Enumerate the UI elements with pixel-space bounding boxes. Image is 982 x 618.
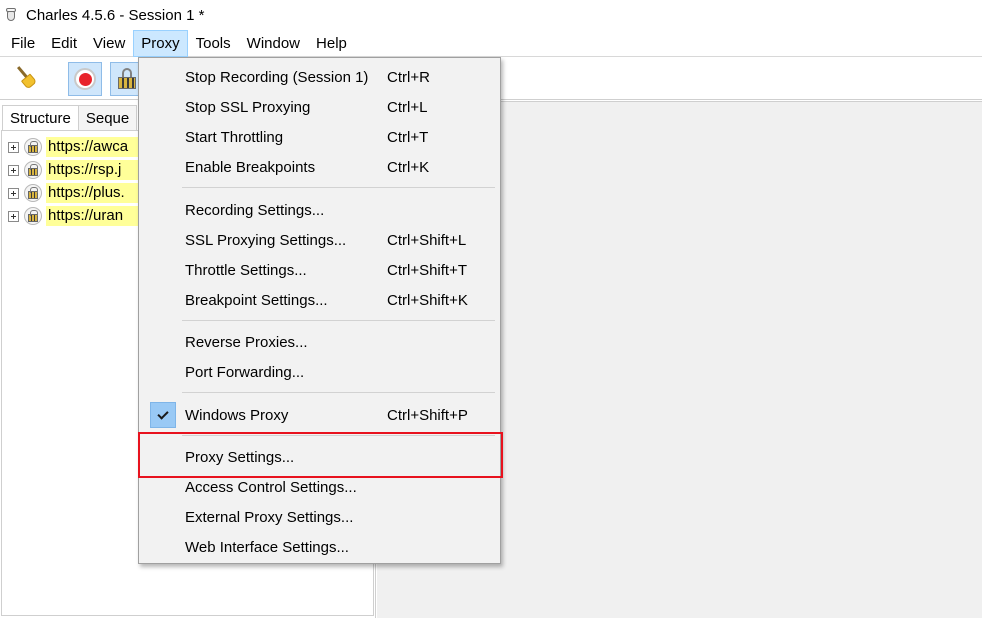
- window-title: Charles 4.5.6 - Session 1 *: [26, 6, 205, 24]
- menu-item-shortcut: Ctrl+T: [387, 128, 429, 146]
- expand-icon[interactable]: [8, 187, 19, 199]
- menu-window[interactable]: Window: [239, 30, 308, 57]
- menu-edit[interactable]: Edit: [43, 30, 85, 57]
- menu-file[interactable]: File: [3, 30, 43, 57]
- menu-item-throttle-settings[interactable]: Throttle Settings... Ctrl+Shift+T: [139, 255, 500, 285]
- tree-row[interactable]: https://awca: [2, 136, 146, 158]
- host-label: https://plus.: [46, 183, 146, 203]
- menu-item-label: Start Throttling: [185, 128, 284, 146]
- menu-item-label: Web Interface Settings...: [185, 538, 349, 556]
- menu-item-shortcut: Ctrl+Shift+K: [387, 291, 468, 309]
- menu-item-label: Port Forwarding...: [185, 363, 305, 381]
- menu-item-label: Stop Recording (Session 1): [185, 68, 369, 86]
- menu-item-web-interface-settings[interactable]: Web Interface Settings...: [139, 532, 500, 562]
- ssl-host-icon: [24, 184, 42, 202]
- record-icon: [74, 68, 96, 90]
- menu-item-recording-settings[interactable]: Recording Settings...: [139, 195, 500, 225]
- annotation-highlight-box: [138, 432, 503, 478]
- menu-item-shortcut: Ctrl+Shift+T: [387, 261, 468, 279]
- menu-item-breakpoint-settings[interactable]: Breakpoint Settings... Ctrl+Shift+K: [139, 285, 500, 315]
- broom-icon: [14, 66, 38, 91]
- menu-item-shortcut: Ctrl+R: [387, 68, 430, 86]
- expand-icon[interactable]: [8, 141, 19, 153]
- menu-item-enable-breakpoints[interactable]: Enable Breakpoints Ctrl+K: [139, 152, 500, 182]
- menu-proxy[interactable]: Proxy: [133, 29, 188, 57]
- menu-item-label: Recording Settings...: [185, 201, 325, 219]
- menu-item-start-throttling[interactable]: Start Throttling Ctrl+T: [139, 122, 500, 152]
- menu-item-shortcut: Ctrl+Shift+L: [387, 231, 467, 249]
- menu-item-label: Stop SSL Proxying: [185, 98, 311, 116]
- proxy-menu-dropdown: Stop Recording (Session 1) Ctrl+R Stop S…: [138, 57, 501, 564]
- view-tabs: Structure Seque: [2, 105, 138, 131]
- host-label: https://uran: [46, 206, 146, 226]
- tree-row[interactable]: https://rsp.j: [2, 159, 146, 181]
- clear-session-button[interactable]: [9, 62, 43, 96]
- menu-item-shortcut: Ctrl+L: [387, 98, 428, 116]
- tree-row[interactable]: https://uran: [2, 205, 146, 227]
- menu-help[interactable]: Help: [308, 30, 355, 57]
- menu-view[interactable]: View: [85, 30, 133, 57]
- menu-bar: File Edit View Proxy Tools Window Help: [0, 29, 982, 57]
- host-label: https://awca: [46, 137, 146, 157]
- menu-item-label: Access Control Settings...: [185, 478, 357, 496]
- title-bar: Charles 4.5.6 - Session 1 *: [0, 0, 982, 30]
- menu-separator: [182, 320, 495, 321]
- ssl-host-icon: [24, 138, 42, 156]
- ssl-lock-icon: [117, 68, 137, 90]
- ssl-host-icon: [24, 161, 42, 179]
- menu-item-label: SSL Proxying Settings...: [185, 231, 347, 249]
- menu-item-ssl-proxying-settings[interactable]: SSL Proxying Settings... Ctrl+Shift+L: [139, 225, 500, 255]
- menu-separator: [182, 392, 495, 393]
- menu-item-windows-proxy[interactable]: Windows Proxy Ctrl+Shift+P: [139, 400, 500, 430]
- tab-sequence[interactable]: Seque: [77, 105, 138, 131]
- menu-item-label: Windows Proxy: [185, 406, 289, 424]
- menu-item-stop-ssl-proxying[interactable]: Stop SSL Proxying Ctrl+L: [139, 92, 500, 122]
- menu-item-label: Throttle Settings...: [185, 261, 307, 279]
- menu-item-port-forwarding[interactable]: Port Forwarding...: [139, 357, 500, 387]
- menu-item-label: Enable Breakpoints: [185, 158, 316, 176]
- tree-row[interactable]: https://plus.: [2, 182, 146, 204]
- menu-separator: [182, 187, 495, 188]
- menu-item-shortcut: Ctrl+K: [387, 158, 430, 176]
- menu-item-label: External Proxy Settings...: [185, 508, 354, 526]
- host-label: https://rsp.j: [46, 160, 146, 180]
- expand-icon[interactable]: [8, 164, 19, 176]
- menu-item-label: Reverse Proxies...: [185, 333, 308, 351]
- checkmark-icon: [150, 402, 176, 428]
- charles-vase-icon: [6, 8, 16, 22]
- record-button[interactable]: [68, 62, 102, 96]
- menu-item-reverse-proxies[interactable]: Reverse Proxies...: [139, 327, 500, 357]
- tab-structure[interactable]: Structure: [2, 105, 79, 131]
- expand-icon[interactable]: [8, 210, 19, 222]
- ssl-host-icon: [24, 207, 42, 225]
- menu-item-label: Breakpoint Settings...: [185, 291, 328, 309]
- menu-item-shortcut: Ctrl+Shift+P: [387, 406, 468, 424]
- menu-item-stop-recording[interactable]: Stop Recording (Session 1) Ctrl+R: [139, 62, 500, 92]
- menu-tools[interactable]: Tools: [188, 30, 239, 57]
- menu-item-external-proxy-settings[interactable]: External Proxy Settings...: [139, 502, 500, 532]
